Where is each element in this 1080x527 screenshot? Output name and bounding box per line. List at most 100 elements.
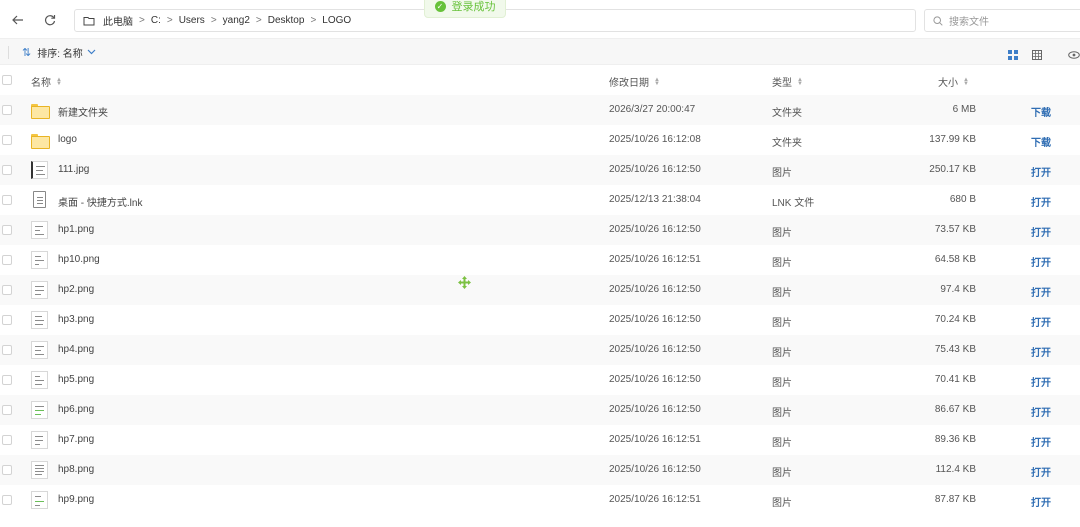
- open-button[interactable]: 打开: [1031, 494, 1051, 509]
- row-checkbox[interactable]: [2, 195, 12, 205]
- file-name[interactable]: hp10.png: [58, 254, 100, 265]
- table-row[interactable]: hp1.png 2025/10/26 16:12:50 图片 73.57 KB …: [0, 215, 1080, 245]
- breadcrumb-item[interactable]: C:: [151, 15, 161, 26]
- column-header-mtime[interactable]: 修改日期 ▲ ▼: [609, 74, 660, 90]
- file-name[interactable]: hp5.png: [58, 374, 94, 385]
- file-name[interactable]: hp7.png: [58, 434, 94, 445]
- image-thumbnail-icon: [31, 251, 49, 269]
- row-checkbox[interactable]: [2, 105, 12, 115]
- open-button[interactable]: 打开: [1031, 404, 1051, 419]
- sort-button[interactable]: ⇅ 排序: 名称: [22, 45, 96, 60]
- table-row[interactable]: hp10.png 2025/10/26 16:12:51 图片 64.58 KB…: [0, 245, 1080, 275]
- open-button[interactable]: 打开: [1031, 224, 1051, 239]
- file-size: 112.4 KB: [935, 464, 976, 475]
- open-button[interactable]: 打开: [1031, 314, 1051, 329]
- row-checkbox[interactable]: [2, 435, 12, 445]
- table-row[interactable]: 桌面 - 快捷方式.lnk 2025/12/13 21:38:04 LNK 文件…: [0, 185, 1080, 215]
- row-checkbox[interactable]: [2, 285, 12, 295]
- list-view-icon[interactable]: [1032, 47, 1042, 60]
- table-row[interactable]: hp7.png 2025/10/26 16:12:51 图片 89.36 KB …: [0, 425, 1080, 455]
- computer-folder-icon: [83, 16, 95, 26]
- file-size: 87.87 KB: [934, 494, 976, 505]
- file-name[interactable]: hp1.png: [58, 224, 94, 235]
- file-mtime: 2025/10/26 16:12:50: [609, 164, 701, 175]
- column-header-name[interactable]: 名称 ▲ ▼: [31, 74, 62, 90]
- row-checkbox[interactable]: [2, 135, 12, 145]
- file-type: 图片: [772, 168, 792, 179]
- file-name[interactable]: hp6.png: [58, 404, 94, 415]
- open-button[interactable]: 打开: [1031, 464, 1051, 479]
- file-size: 73.57 KB: [934, 224, 976, 235]
- open-button[interactable]: 打开: [1031, 374, 1051, 389]
- column-header-label: 名称: [31, 78, 51, 89]
- image-thumbnail-icon: [31, 431, 49, 449]
- file-name[interactable]: hp4.png: [58, 344, 94, 355]
- breadcrumb-root[interactable]: 此电脑: [103, 13, 133, 28]
- table-row[interactable]: hp9.png 2025/10/26 16:12:51 图片 87.87 KB …: [0, 485, 1080, 515]
- table-row[interactable]: hp3.png 2025/10/26 16:12:50 图片 70.24 KB …: [0, 305, 1080, 335]
- file-type: LNK 文件: [772, 198, 815, 209]
- download-button[interactable]: 下载: [1031, 134, 1051, 149]
- breadcrumb-separator: >: [166, 15, 173, 26]
- preview-eye-icon[interactable]: [1068, 47, 1080, 59]
- file-name[interactable]: hp2.png: [58, 284, 94, 295]
- file-size: 75.43 KB: [934, 344, 976, 355]
- row-checkbox[interactable]: [2, 495, 12, 505]
- row-checkbox[interactable]: [2, 165, 12, 175]
- column-header-size[interactable]: 大小 ▲ ▼: [938, 74, 969, 90]
- file-size: 70.41 KB: [934, 374, 976, 385]
- row-checkbox[interactable]: [2, 465, 12, 475]
- open-button[interactable]: 打开: [1031, 434, 1051, 449]
- open-button[interactable]: 打开: [1031, 254, 1051, 269]
- open-button[interactable]: 打开: [1031, 194, 1051, 209]
- row-checkbox[interactable]: [2, 405, 12, 415]
- open-button[interactable]: 打开: [1031, 164, 1051, 179]
- file-name[interactable]: hp8.png: [58, 464, 94, 475]
- grid-view-icon[interactable]: [1008, 47, 1018, 60]
- table-row[interactable]: logo 2025/10/26 16:12:08 文件夹 137.99 KB 下…: [0, 125, 1080, 155]
- breadcrumb-item[interactable]: LOGO: [322, 15, 351, 26]
- open-button[interactable]: 打开: [1031, 344, 1051, 359]
- back-arrow-icon[interactable]: [8, 10, 28, 30]
- file-name[interactable]: 新建文件夹: [58, 104, 108, 119]
- sort-indicator-icon: ▲ ▼: [56, 76, 62, 87]
- breadcrumb-item[interactable]: yang2: [223, 15, 250, 26]
- table-row[interactable]: 111.jpg 2025/10/26 16:12:50 图片 250.17 KB…: [0, 155, 1080, 185]
- file-name[interactable]: 桌面 - 快捷方式.lnk: [58, 194, 142, 209]
- select-all-checkbox[interactable]: [2, 75, 12, 85]
- file-type: 图片: [772, 498, 792, 509]
- sort-indicator-icon: ▲ ▼: [963, 76, 969, 87]
- image-thumbnail-icon: [31, 401, 49, 419]
- file-name[interactable]: 111.jpg: [58, 164, 89, 175]
- breadcrumb-item[interactable]: Desktop: [268, 15, 305, 26]
- sort-indicator-icon: ▲ ▼: [654, 76, 660, 87]
- file-name[interactable]: hp3.png: [58, 314, 94, 325]
- column-header-label: 修改日期: [609, 78, 649, 89]
- row-checkbox[interactable]: [2, 225, 12, 235]
- file-size: 70.24 KB: [934, 314, 976, 325]
- table-row[interactable]: hp2.png 2025/10/26 16:12:50 图片 97.4 KB 打…: [0, 275, 1080, 305]
- row-checkbox[interactable]: [2, 345, 12, 355]
- file-name[interactable]: logo: [58, 134, 77, 145]
- image-thumbnail-icon: [31, 161, 49, 179]
- file-name[interactable]: hp9.png: [58, 494, 94, 505]
- row-checkbox[interactable]: [2, 255, 12, 265]
- download-button[interactable]: 下载: [1031, 104, 1051, 119]
- sort-indicator-icon: ▲ ▼: [797, 76, 803, 87]
- table-row[interactable]: hp8.png 2025/10/26 16:12:50 图片 112.4 KB …: [0, 455, 1080, 485]
- search-input[interactable]: 搜索文件: [924, 9, 1080, 32]
- row-checkbox[interactable]: [2, 375, 12, 385]
- refresh-icon[interactable]: [40, 10, 60, 30]
- folder-icon: [31, 131, 50, 149]
- file-mtime: 2026/3/27 20:00:47: [609, 104, 696, 115]
- table-row[interactable]: hp6.png 2025/10/26 16:12:50 图片 86.67 KB …: [0, 395, 1080, 425]
- table-row[interactable]: hp4.png 2025/10/26 16:12:50 图片 75.43 KB …: [0, 335, 1080, 365]
- open-button[interactable]: 打开: [1031, 284, 1051, 299]
- breadcrumb-item[interactable]: Users: [179, 15, 205, 26]
- column-header-type[interactable]: 类型 ▲ ▼: [772, 74, 803, 90]
- sort-arrows-icon: ⇅: [22, 47, 32, 59]
- table-row[interactable]: hp5.png 2025/10/26 16:12:50 图片 70.41 KB …: [0, 365, 1080, 395]
- table-header: 名称 ▲ ▼ 修改日期 ▲ ▼ 类型 ▲ ▼ 大小 ▲ ▼: [0, 66, 1080, 94]
- table-row[interactable]: 新建文件夹 2026/3/27 20:00:47 文件夹 6 MB 下载: [0, 95, 1080, 125]
- row-checkbox[interactable]: [2, 315, 12, 325]
